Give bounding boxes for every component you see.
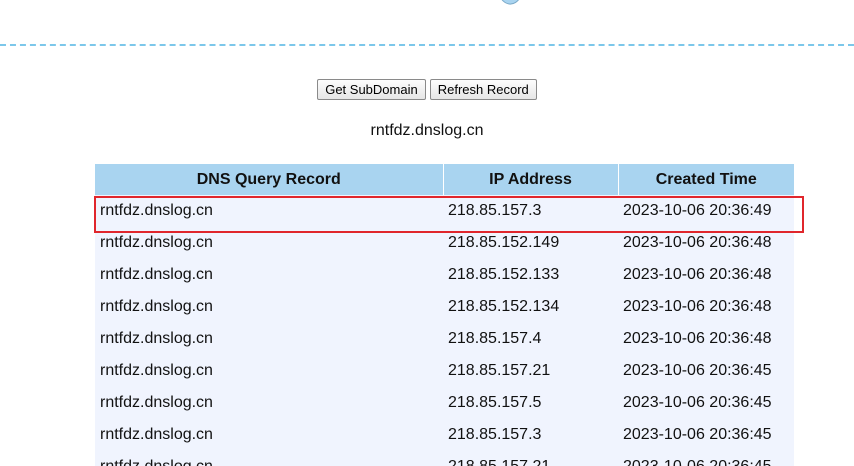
table-row: rntfdz.dnslog.cn 218.85.157.21 2023-10-0… xyxy=(95,355,794,387)
created-time-cell: 2023-10-06 20:36:49 xyxy=(618,195,794,227)
ip-address-cell: 218.85.152.134 xyxy=(443,291,618,323)
created-time-cell: 2023-10-06 20:36:48 xyxy=(618,227,794,259)
dns-record-cell: rntfdz.dnslog.cn xyxy=(95,227,443,259)
table-row: rntfdz.dnslog.cn 218.85.157.3 2023-10-06… xyxy=(95,419,794,451)
created-time-cell: 2023-10-06 20:36:45 xyxy=(618,451,794,466)
dns-record-cell: rntfdz.dnslog.cn xyxy=(95,259,443,291)
dns-record-cell: rntfdz.dnslog.cn xyxy=(95,323,443,355)
dns-record-cell: rntfdz.dnslog.cn xyxy=(95,355,443,387)
ip-address-cell: 218.85.157.21 xyxy=(443,451,618,466)
ip-address-cell: 218.85.157.21 xyxy=(443,355,618,387)
logo-icon xyxy=(501,0,519,5)
ip-address-cell: 218.85.157.3 xyxy=(443,419,618,451)
table-row: rntfdz.dnslog.cn 218.85.157.3 2023-10-06… xyxy=(95,195,794,227)
created-time-cell: 2023-10-06 20:36:45 xyxy=(618,355,794,387)
table-row: rntfdz.dnslog.cn 218.85.152.149 2023-10-… xyxy=(95,227,794,259)
created-time-cell: 2023-10-06 20:36:48 xyxy=(618,291,794,323)
dashed-divider xyxy=(0,44,854,46)
table-row: rntfdz.dnslog.cn 218.85.152.134 2023-10-… xyxy=(95,291,794,323)
page: Get SubDomain Refresh Record rntfdz.dnsl… xyxy=(0,0,854,466)
refresh-record-button[interactable]: Refresh Record xyxy=(429,79,537,100)
table-header-row: DNS Query Record IP Address Created Time xyxy=(95,164,794,195)
dns-record-cell: rntfdz.dnslog.cn xyxy=(95,419,443,451)
created-time-cell: 2023-10-06 20:36:45 xyxy=(618,387,794,419)
table-row: rntfdz.dnslog.cn 218.85.157.5 2023-10-06… xyxy=(95,387,794,419)
header-created-time: Created Time xyxy=(618,164,794,195)
ip-address-cell: 218.85.157.3 xyxy=(443,195,618,227)
ip-address-cell: 218.85.157.4 xyxy=(443,323,618,355)
created-time-cell: 2023-10-06 20:36:48 xyxy=(618,323,794,355)
dns-record-cell: rntfdz.dnslog.cn xyxy=(95,387,443,419)
dns-record-cell: rntfdz.dnslog.cn xyxy=(95,451,443,466)
table-row: rntfdz.dnslog.cn 218.85.152.133 2023-10-… xyxy=(95,259,794,291)
created-time-cell: 2023-10-06 20:36:48 xyxy=(618,259,794,291)
header-dns-query-record: DNS Query Record xyxy=(95,164,444,195)
header-ip-address: IP Address xyxy=(443,164,619,195)
dns-record-table: DNS Query Record IP Address Created Time… xyxy=(95,164,794,466)
created-time-cell: 2023-10-06 20:36:45 xyxy=(618,419,794,451)
table-row: rntfdz.dnslog.cn 218.85.157.4 2023-10-06… xyxy=(95,323,794,355)
dns-record-cell: rntfdz.dnslog.cn xyxy=(95,291,443,323)
ip-address-cell: 218.85.152.133 xyxy=(443,259,618,291)
get-subdomain-button[interactable]: Get SubDomain xyxy=(317,79,426,100)
ip-address-cell: 218.85.157.5 xyxy=(443,387,618,419)
subdomain-text: rntfdz.dnslog.cn xyxy=(370,122,484,139)
table-row: rntfdz.dnslog.cn 218.85.157.21 2023-10-0… xyxy=(95,451,794,466)
button-row: Get SubDomain Refresh Record xyxy=(0,79,854,100)
ip-address-cell: 218.85.152.149 xyxy=(443,227,618,259)
dns-record-cell: rntfdz.dnslog.cn xyxy=(95,195,443,227)
